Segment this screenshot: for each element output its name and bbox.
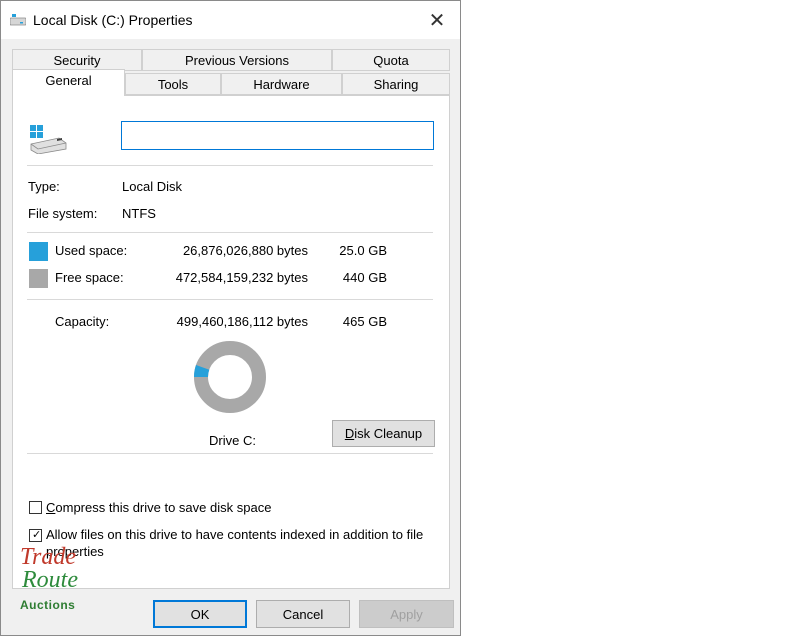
ok-label: OK bbox=[190, 606, 210, 622]
disk-usage-donut bbox=[194, 341, 266, 413]
compress-text: ompress this drive to save disk space bbox=[55, 500, 272, 515]
ok-button[interactable]: OK bbox=[153, 600, 247, 628]
used-space-swatch bbox=[29, 242, 48, 261]
tab-tools[interactable]: Tools bbox=[125, 73, 221, 95]
index-checkbox[interactable]: ✓ bbox=[29, 529, 42, 542]
checkmark-icon: ✓ bbox=[32, 529, 42, 541]
free-space-ring bbox=[194, 341, 266, 413]
apply-label: Apply bbox=[390, 606, 423, 622]
watermark-line1: Trade bbox=[20, 544, 77, 570]
drive-name-input[interactable] bbox=[121, 121, 434, 150]
used-space-arc bbox=[194, 365, 210, 378]
free-space-label: Free space: bbox=[55, 270, 124, 285]
disk-cleanup-mnemonic: D bbox=[344, 426, 355, 441]
free-space-swatch bbox=[29, 269, 48, 288]
tab-label: Sharing bbox=[373, 76, 419, 92]
title-bar: Local Disk (C:) Properties ✕ bbox=[1, 1, 460, 39]
tab-label: Security bbox=[53, 52, 101, 68]
capacity-label: Capacity: bbox=[55, 314, 110, 329]
cancel-button[interactable]: Cancel bbox=[256, 600, 350, 628]
window-title: Local Disk (C:) Properties bbox=[33, 12, 193, 28]
tab-label: Tools bbox=[157, 76, 189, 92]
separator bbox=[27, 453, 433, 454]
free-space-gb: 440 GB bbox=[342, 270, 387, 285]
used-space-bytes: 26,876,026,880 bytes bbox=[182, 243, 308, 258]
close-icon: ✕ bbox=[428, 9, 446, 32]
tab-hardware[interactable]: Hardware bbox=[221, 73, 342, 95]
disk-drive-icon bbox=[30, 125, 67, 154]
capacity-gb: 465 GB bbox=[342, 314, 387, 329]
disk-cleanup-label: isk Cleanup bbox=[354, 426, 423, 441]
compress-checkbox[interactable] bbox=[29, 501, 42, 514]
used-space-gb: 25.0 GB bbox=[339, 243, 387, 258]
tab-previous-versions[interactable]: Previous Versions bbox=[142, 49, 332, 71]
tab-label: Hardware bbox=[253, 76, 310, 92]
tab-label: Quota bbox=[373, 52, 409, 68]
tab-sharing[interactable]: Sharing bbox=[342, 73, 450, 95]
separator bbox=[27, 165, 433, 166]
tab-general[interactable]: General bbox=[12, 69, 125, 96]
cancel-label: Cancel bbox=[282, 606, 324, 622]
index-label-line1[interactable]: Allow files on this drive to have conten… bbox=[46, 527, 423, 542]
close-button[interactable]: ✕ bbox=[414, 1, 460, 39]
type-label: Type: bbox=[28, 179, 60, 194]
file-system-label: File system: bbox=[28, 206, 98, 221]
compress-label[interactable]: Compress this drive to save disk space bbox=[46, 500, 271, 515]
compress-mnemonic: C bbox=[46, 500, 56, 515]
watermark-line2: Route bbox=[22, 567, 78, 593]
separator bbox=[27, 299, 433, 300]
drive-icon bbox=[10, 14, 26, 26]
file-system-value: NTFS bbox=[122, 206, 156, 221]
tab-label: General bbox=[45, 73, 92, 88]
properties-window: Local Disk (C:) Properties ✕ Security Pr… bbox=[0, 0, 461, 636]
disk-cleanup-button[interactable]: Disk Cleanup bbox=[332, 420, 435, 447]
watermark-logo: Trade Route Auctions bbox=[20, 544, 98, 618]
apply-button[interactable]: Apply bbox=[359, 600, 454, 628]
drive-label: Drive C: bbox=[209, 433, 256, 448]
tab-label: Previous Versions bbox=[184, 52, 290, 68]
used-space-label: Used space: bbox=[55, 243, 128, 258]
free-space-bytes: 472,584,159,232 bytes bbox=[175, 270, 308, 285]
type-value: Local Disk bbox=[122, 179, 182, 194]
tab-quota[interactable]: Quota bbox=[332, 49, 450, 71]
separator bbox=[27, 232, 433, 233]
capacity-bytes: 499,460,186,112 bytes bbox=[176, 314, 308, 329]
tab-security[interactable]: Security bbox=[12, 49, 142, 71]
watermark-line3: Auctions bbox=[20, 598, 76, 612]
